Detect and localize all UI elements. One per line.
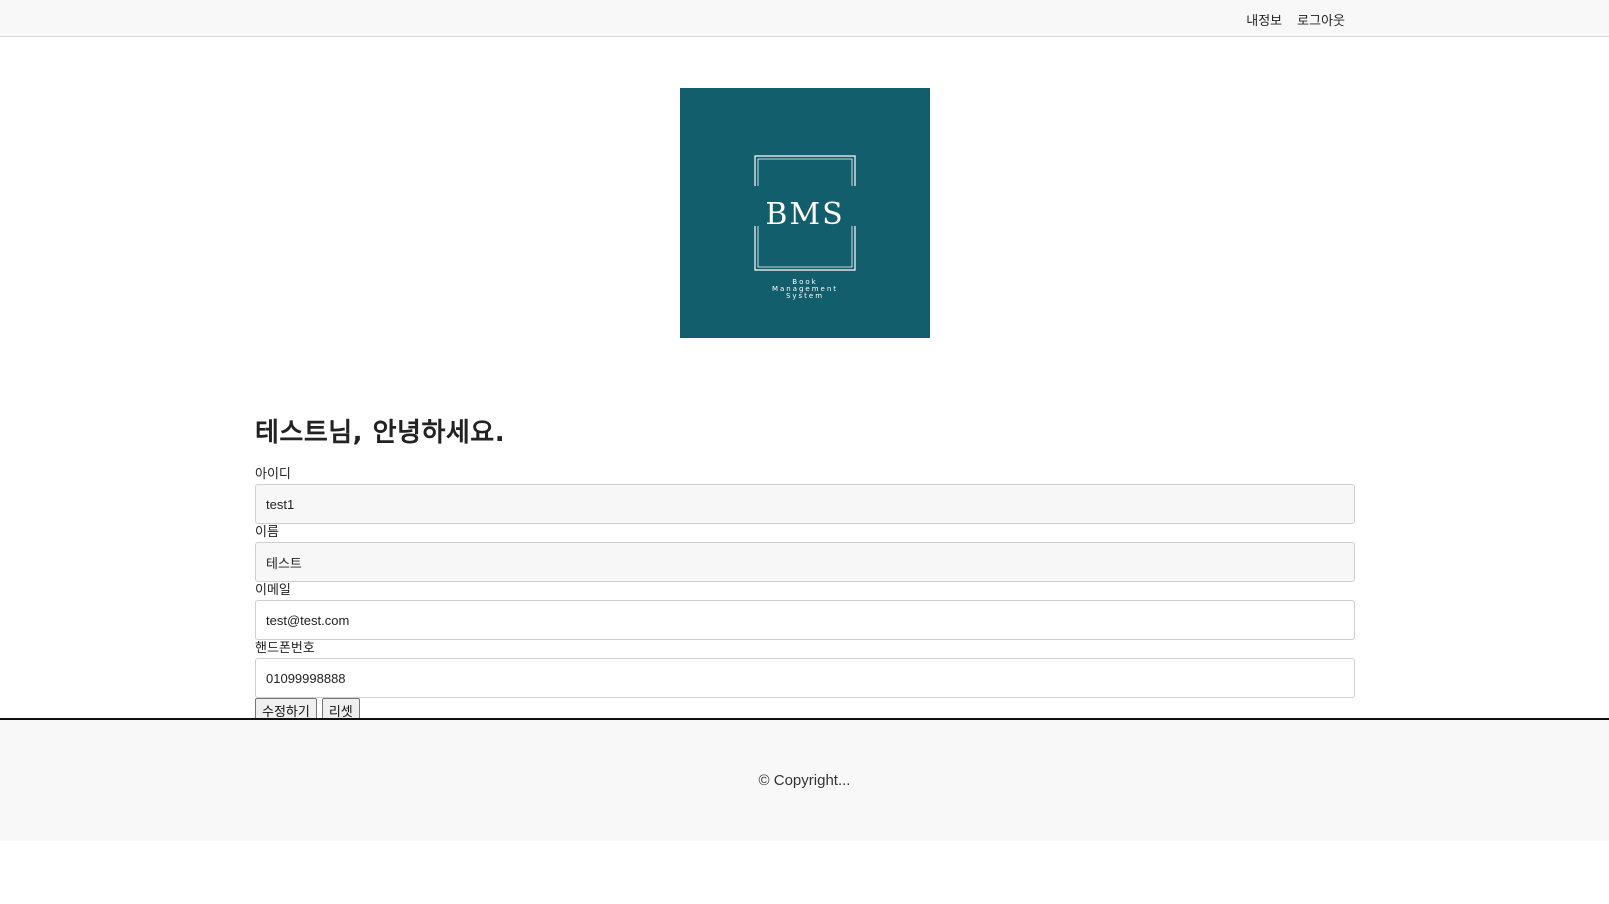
my-info-link[interactable]: 내정보 [1246,10,1282,29]
email-input[interactable] [255,600,1355,640]
bms-logo: BMS Book Management System [680,88,930,338]
top-nav-links: 내정보 로그아웃 [1246,10,1345,29]
page-footer: © Copyright... [0,718,1609,841]
email-label: 이메일 [255,583,291,598]
phone-label: 핸드폰번호 [255,641,315,656]
user-id-input[interactable] [255,484,1355,524]
profile-form: 아이디 이름 이메일 핸드폰번호 수정하기 리셋 [255,466,1355,722]
bms-logo-graphic: BMS Book Management System [680,88,930,338]
user-id-label: 아이디 [255,467,291,482]
logout-link[interactable]: 로그아웃 [1297,10,1345,29]
top-navbar: 내정보 로그아웃 [0,0,1609,37]
phone-input[interactable] [255,658,1355,698]
copyright-text: © Copyright... [758,772,851,789]
logo-subtitle-line-3: System [786,292,824,300]
logo-title: BMS [765,197,844,232]
name-label: 이름 [255,525,279,540]
name-input[interactable] [255,542,1355,582]
greeting-heading: 테스트님, 안녕하세요. [255,418,506,448]
